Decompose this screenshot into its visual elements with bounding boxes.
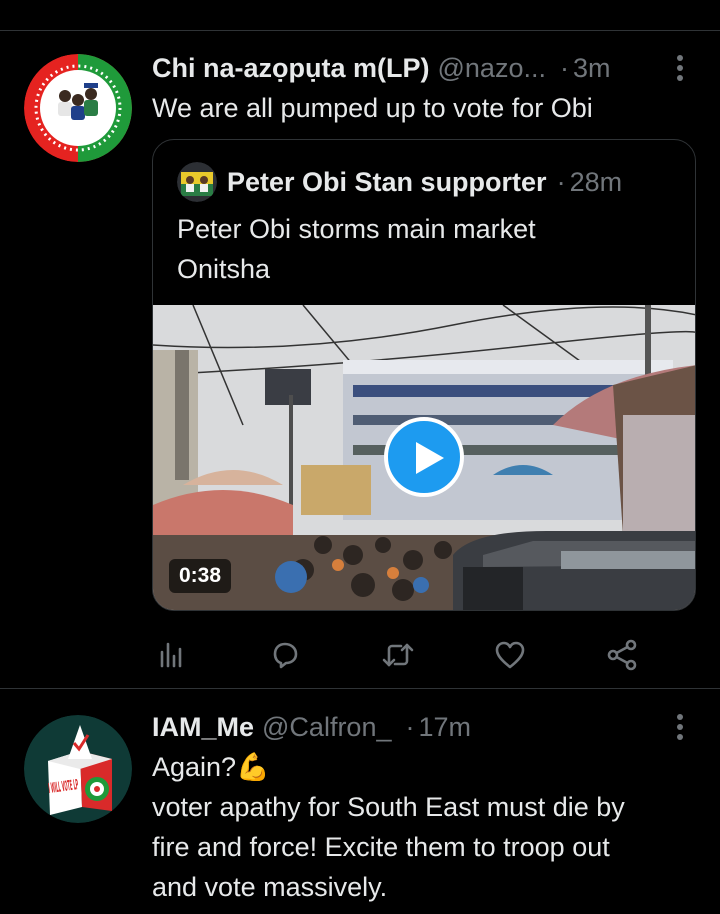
video-duration: 0:38 <box>169 559 232 593</box>
quoted-tweet-text: Peter Obi storms main market Onitsha <box>177 209 675 289</box>
tweet-actions <box>152 635 652 675</box>
avatar[interactable]: I WILL VOTE LP <box>24 715 132 823</box>
analytics-button[interactable] <box>152 635 192 675</box>
avatar[interactable]: FORWARD EVER <box>24 54 132 162</box>
tweet-text-line: fire and force! Excite them to troop out <box>152 832 610 862</box>
more-options-icon[interactable] <box>670 52 690 84</box>
quoted-text-line: Onitsha <box>177 254 271 284</box>
reply-button[interactable] <box>265 635 305 675</box>
separator-dot: · <box>556 166 566 197</box>
separator-dot: · <box>559 52 569 83</box>
like-button[interactable] <box>490 635 530 675</box>
tweet-text-line: and vote massively. <box>152 872 388 902</box>
share-icon <box>607 639 637 671</box>
tweet-text-line: Again?💪 <box>152 752 270 782</box>
analytics-icon <box>160 642 182 668</box>
retweet-button[interactable] <box>378 635 418 675</box>
quoted-display-name[interactable]: Peter Obi Stan supporter <box>227 167 547 198</box>
quoted-avatar <box>177 162 217 202</box>
quoted-tweet[interactable]: Peter Obi Stan supporter · 28m Peter Obi… <box>152 139 696 611</box>
timestamp[interactable]: 17m <box>418 712 471 743</box>
retweet-icon <box>382 643 414 667</box>
handle[interactable]: @nazo... <box>438 53 546 84</box>
tweet-text: Again?💪 voter apathy for South East must… <box>152 747 696 907</box>
quoted-timestamp[interactable]: 28m <box>570 167 623 198</box>
tweet[interactable]: FORWARD EVER Chi na-azọpụta m(LP) @nazo.… <box>0 30 720 688</box>
tweet-text-line: voter apathy for South East must die by <box>152 792 625 822</box>
tweet-header: IAM_Me @Calfron_ · 17m <box>152 709 690 745</box>
tweet-text: We are all pumped up to vote for Obi <box>152 93 593 123</box>
like-icon <box>495 641 525 669</box>
more-options-icon[interactable] <box>670 711 690 743</box>
reply-icon <box>273 642 298 669</box>
quoted-text-line: Peter Obi storms main market <box>177 214 536 244</box>
quoted-tweet-header: Peter Obi Stan supporter · 28m <box>177 162 622 202</box>
video-player[interactable]: 0:38 <box>153 305 695 610</box>
separator-dot: · <box>405 711 415 742</box>
handle[interactable]: @Calfron_ <box>262 712 391 743</box>
display-name[interactable]: Chi na-azọpụta m(LP) <box>152 53 430 84</box>
display-name[interactable]: IAM_Me <box>152 712 254 743</box>
tweet-header: Chi na-azọpụta m(LP) @nazo... · 3m <box>152 50 690 86</box>
play-icon <box>416 442 444 474</box>
tweet[interactable]: I WILL VOTE LP IAM_Me @Calfron_ · 17m Ag… <box>0 689 720 914</box>
share-button[interactable] <box>602 635 642 675</box>
timestamp[interactable]: 3m <box>573 53 611 84</box>
play-button[interactable] <box>384 417 464 497</box>
